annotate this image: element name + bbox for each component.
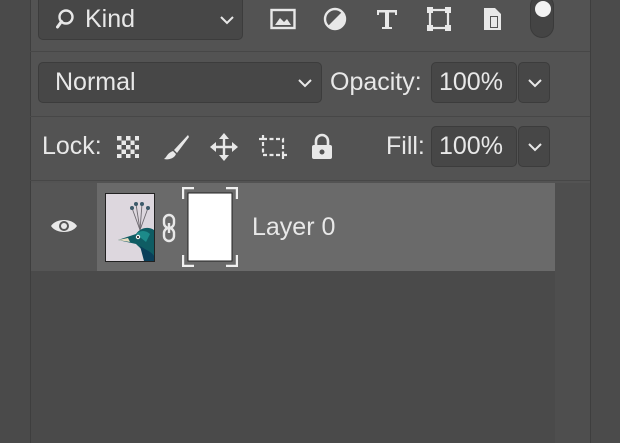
eye-icon: [50, 215, 78, 237]
lock-image-pixels-icon[interactable]: [160, 131, 192, 163]
blend-mode-value: Normal: [55, 68, 136, 96]
left-panel-edge: [0, 0, 31, 443]
lock-position-icon[interactable]: [208, 131, 240, 163]
filter-toggle-switch[interactable]: [530, 0, 554, 38]
filter-toggle-knob: [535, 1, 551, 17]
blend-mode-select[interactable]: Normal: [38, 62, 322, 103]
lock-artboard-icon[interactable]: [256, 131, 290, 163]
adjustment-filter-icon[interactable]: [320, 4, 350, 34]
chevron-down-icon: [217, 10, 237, 30]
fill-label: Fill:: [386, 132, 425, 160]
opacity-label: Opacity:: [330, 68, 422, 96]
link-icon[interactable]: [159, 212, 179, 244]
opacity-slider-button[interactable]: [518, 62, 550, 103]
shape-filter-icon[interactable]: [424, 4, 454, 34]
layers-panel: Kind Normal Opacity: 100% Lock: Fill: 10…: [0, 0, 620, 443]
layer-thumbnail[interactable]: [105, 193, 155, 262]
layer-row[interactable]: Layer 0: [31, 183, 555, 271]
chevron-down-icon: [525, 137, 545, 157]
image-filter-icon[interactable]: [268, 4, 298, 34]
layer-mask-thumbnail[interactable]: [181, 186, 239, 268]
visibility-toggle[interactable]: [31, 183, 97, 271]
opacity-input[interactable]: 100%: [431, 62, 517, 103]
kind-filter-select[interactable]: Kind: [38, 0, 243, 40]
fill-slider-button[interactable]: [518, 126, 550, 167]
fill-input[interactable]: 100%: [431, 126, 517, 167]
type-filter-icon[interactable]: [372, 4, 402, 34]
layer-name[interactable]: Layer 0: [252, 212, 335, 242]
layers-scrollbar[interactable]: [555, 183, 590, 443]
fill-value: 100%: [439, 132, 503, 160]
right-panel-edge: [590, 0, 620, 443]
divider: [30, 116, 590, 117]
chevron-down-icon: [295, 73, 315, 93]
search-icon: [55, 6, 81, 32]
lock-label: Lock:: [42, 132, 102, 160]
divider: [30, 51, 590, 52]
kind-filter-label: Kind: [85, 5, 136, 33]
lock-transparent-pixels-icon[interactable]: [114, 133, 142, 161]
smart-object-filter-icon[interactable]: [478, 4, 508, 34]
chevron-down-icon: [525, 73, 545, 93]
lock-all-icon[interactable]: [308, 131, 336, 163]
opacity-value: 100%: [439, 68, 503, 96]
divider: [30, 180, 590, 181]
